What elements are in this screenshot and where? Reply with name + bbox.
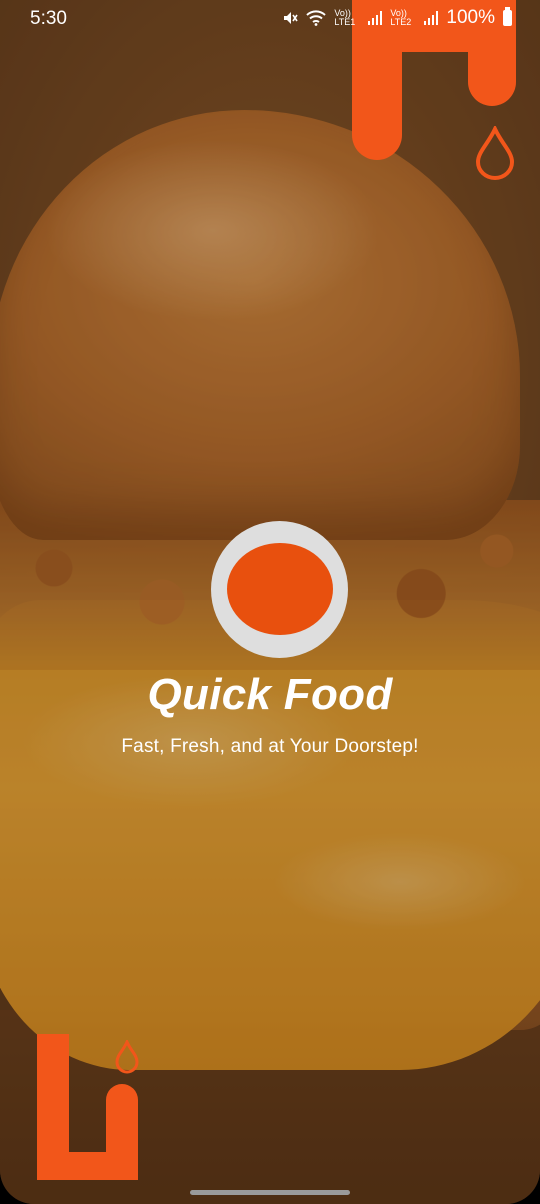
- home-indicator[interactable]: [190, 1190, 350, 1195]
- mute-icon: [284, 12, 299, 24]
- battery-icon: [503, 7, 512, 26]
- logo-icon: [211, 521, 348, 658]
- wifi-icon: [306, 10, 327, 26]
- network-label-2: Vo)) LTE2: [390, 8, 412, 27]
- logo-dot: [227, 543, 333, 635]
- status-icons: Vo)) LTE1 Vo)) LTE2 100%: [282, 7, 512, 29]
- app-title: Quick Food: [147, 670, 393, 719]
- splash-screen: 5:30 Vo)) LTE1 Vo)) LTE2 100% Quick Food…: [0, 0, 540, 1204]
- drop-icon: [115, 1040, 139, 1074]
- network-label-1: Vo)) LTE1: [334, 8, 356, 27]
- status-time: 5:30: [30, 8, 67, 29]
- app-tagline: Fast, Fresh, and at Your Doorstep!: [121, 736, 419, 757]
- signal-icon: [368, 11, 383, 25]
- signal-icon: [424, 11, 439, 25]
- battery-percent: 100%: [446, 7, 495, 28]
- status-bar: 5:30 Vo)) LTE1 Vo)) LTE2 100%: [0, 0, 540, 36]
- drop-icon: [475, 126, 515, 180]
